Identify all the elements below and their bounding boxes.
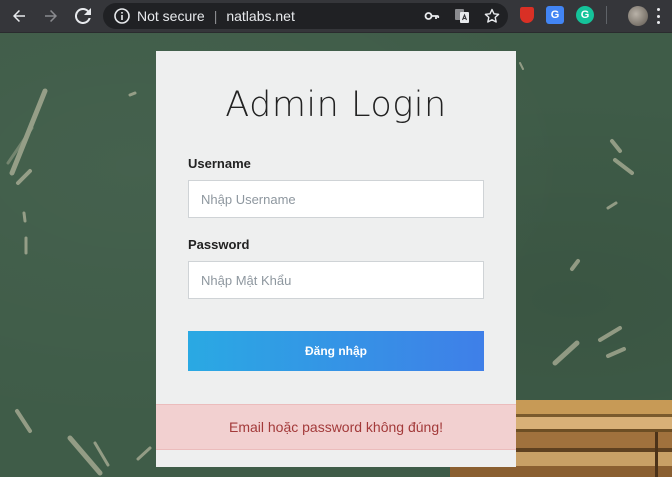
reload-button[interactable] — [72, 5, 94, 27]
info-icon[interactable] — [114, 8, 130, 24]
chalkboard-background: Admin Login Username Password Đăng nhập … — [0, 33, 672, 477]
error-message: Email hoặc password không đúng! — [228, 419, 444, 435]
grammarly-extension-icon[interactable]: G — [576, 6, 594, 24]
username-label: Username — [188, 156, 251, 171]
username-input[interactable] — [188, 180, 484, 218]
reload-icon — [75, 8, 91, 24]
google-translate-extension-icon[interactable]: G — [546, 6, 564, 24]
extensions-bar: G G — [520, 6, 607, 24]
forward-button[interactable] — [40, 5, 62, 27]
login-button[interactable]: Đăng nhập — [188, 331, 484, 371]
toolbar-divider — [606, 6, 607, 24]
omnibox-actions — [424, 8, 500, 24]
back-button[interactable] — [8, 5, 30, 27]
password-label: Password — [188, 237, 250, 252]
profile-avatar[interactable] — [628, 6, 648, 26]
translate-page-icon[interactable] — [454, 8, 470, 24]
browser-toolbar: Not secure | natlabs.net G G — [0, 0, 672, 33]
password-input[interactable] — [188, 261, 484, 299]
url-text[interactable]: natlabs.net — [226, 8, 295, 24]
page-title: Admin Login — [225, 85, 447, 125]
shield-extension-icon[interactable] — [520, 7, 534, 23]
error-alert: Email hoặc password không đúng! — [156, 404, 516, 450]
arrow-left-icon — [13, 10, 25, 22]
key-icon[interactable] — [424, 8, 440, 24]
address-bar[interactable]: Not secure | natlabs.net — [103, 3, 508, 29]
security-status[interactable]: Not secure — [137, 8, 205, 24]
bookmark-star-icon[interactable] — [484, 8, 500, 24]
browser-menu-icon[interactable] — [656, 8, 660, 24]
login-card: Admin Login Username Password Đăng nhập … — [156, 51, 516, 467]
arrow-right-icon — [45, 10, 57, 22]
url-separator: | — [213, 8, 218, 24]
